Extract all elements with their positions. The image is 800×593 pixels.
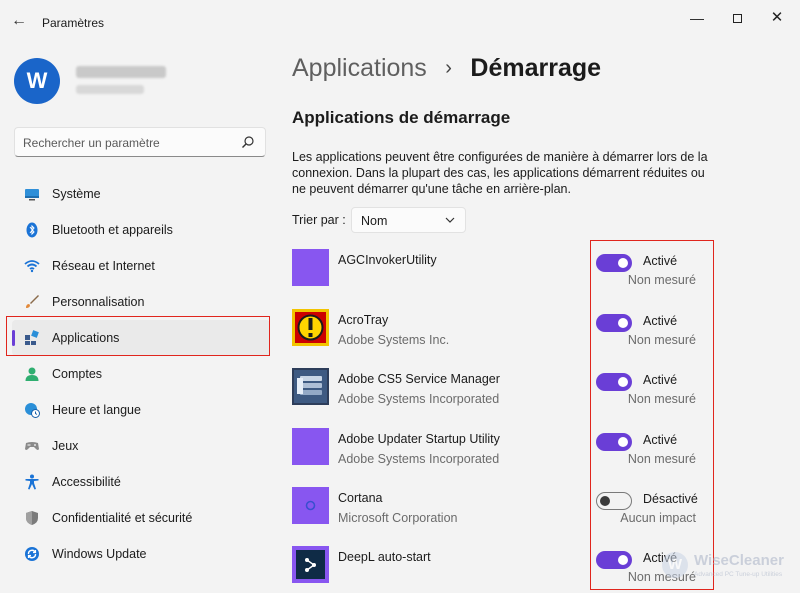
section-title: Applications de démarrage [292,108,511,127]
sort-label: Trier par : [292,213,346,227]
maximize-button[interactable] [728,9,746,27]
app-name: Adobe Updater Startup Utility [338,432,500,446]
sidebar-item-label: Heure et langue [52,403,141,417]
sidebar-item-comptes[interactable]: Comptes [12,356,270,392]
deepl-icon [292,546,329,583]
profile-name-blurred [76,66,166,78]
app-name: DeepL auto-start [338,550,431,564]
user-profile[interactable]: W [12,56,272,106]
account-icon [25,367,39,381]
app-publisher: Adobe Systems Incorporated [338,452,500,466]
sidebar-item-label: Windows Update [52,547,147,561]
wisecleaner-logo-icon: W [662,552,688,578]
watermark-name: WiseCleaner [694,552,784,569]
sidebar-item-windows-update[interactable]: Windows Update [12,536,270,572]
app-name: AGCInvokerUtility [338,253,437,267]
breadcrumb-parent[interactable]: Applications [292,54,427,82]
sidebar-item-label: Réseau et Internet [52,259,155,273]
sidebar-item-personnalisation[interactable]: Personnalisation [12,284,270,320]
sidebar-item-confidentialite[interactable]: Confidentialité et sécurité [12,500,270,536]
section-description: Les applications peuvent être configurée… [292,150,708,196]
gamepad-icon [25,442,39,450]
maximize-icon [732,14,742,23]
cs5-service-manager-icon [292,368,329,405]
watermark-tagline: Advanced PC Tune-up Utilities [694,571,783,578]
sidebar-item-bluetooth[interactable]: Bluetooth et appareils [12,212,270,248]
acrotray-icon [292,309,329,346]
close-button[interactable]: ✕ [768,9,786,27]
wisecleaner-watermark: W WiseCleaner Advanced PC Tune-up Utilit… [660,548,800,588]
purple-tile-icon [292,249,329,286]
sort-dropdown[interactable]: Nom [351,207,466,233]
purple-tile-icon [292,428,329,465]
accessibility-icon [25,474,39,490]
bluetooth-icon [26,222,38,238]
settings-search[interactable] [14,127,266,157]
title-bar: ← Paramètres — ✕ [0,0,800,40]
sidebar-item-label: Confidentialité et sécurité [52,511,193,525]
brush-icon [26,295,39,308]
clock-globe-icon [25,403,40,418]
shield-icon [26,511,38,525]
sidebar-item-reseau[interactable]: Réseau et Internet [12,248,270,284]
app-publisher: Adobe Systems Inc. [338,333,450,347]
wifi-icon [24,260,40,273]
page-title: Démarrage [470,54,602,82]
highlight-box-applications [6,316,270,356]
back-button[interactable]: ← [10,12,28,30]
system-icon [25,189,39,201]
update-icon [25,547,39,561]
sidebar-item-systeme[interactable]: Système [12,176,270,212]
window-title: Paramètres [42,16,105,30]
avatar: W [14,58,60,104]
sidebar-item-label: Bluetooth et appareils [52,223,173,237]
sidebar-item-label: Comptes [52,367,103,381]
cortana-icon [292,487,329,524]
app-name: Cortana [338,491,383,505]
app-name: AcroTray [338,313,389,327]
search-input[interactable] [23,134,238,152]
sidebar-item-label: Système [52,187,101,201]
chevron-right-icon: › [445,57,452,79]
minimize-button[interactable]: — [688,9,706,27]
app-publisher: Microsoft Corporation [338,511,458,525]
sidebar-item-heure-langue[interactable]: Heure et langue [12,392,270,428]
sidebar-item-label: Personnalisation [52,295,145,309]
sidebar-item-jeux[interactable]: Jeux [12,428,270,464]
chevron-down-icon [445,217,455,223]
sidebar-item-accessibilite[interactable]: Accessibilité [12,464,270,500]
app-publisher: Adobe Systems Incorporated [338,392,500,406]
sidebar-nav: Système Bluetooth et appareils Réseau et… [12,176,272,572]
sort-value: Nom [361,214,388,228]
sidebar-item-label: Jeux [52,439,79,453]
profile-account-type-blurred [76,85,144,94]
search-icon[interactable] [241,135,255,149]
app-name: Adobe CS5 Service Manager [338,372,500,386]
sidebar-item-label: Accessibilité [52,475,121,489]
breadcrumb: Applications › Démarrage [292,54,601,88]
highlight-box-toggles [590,240,714,590]
